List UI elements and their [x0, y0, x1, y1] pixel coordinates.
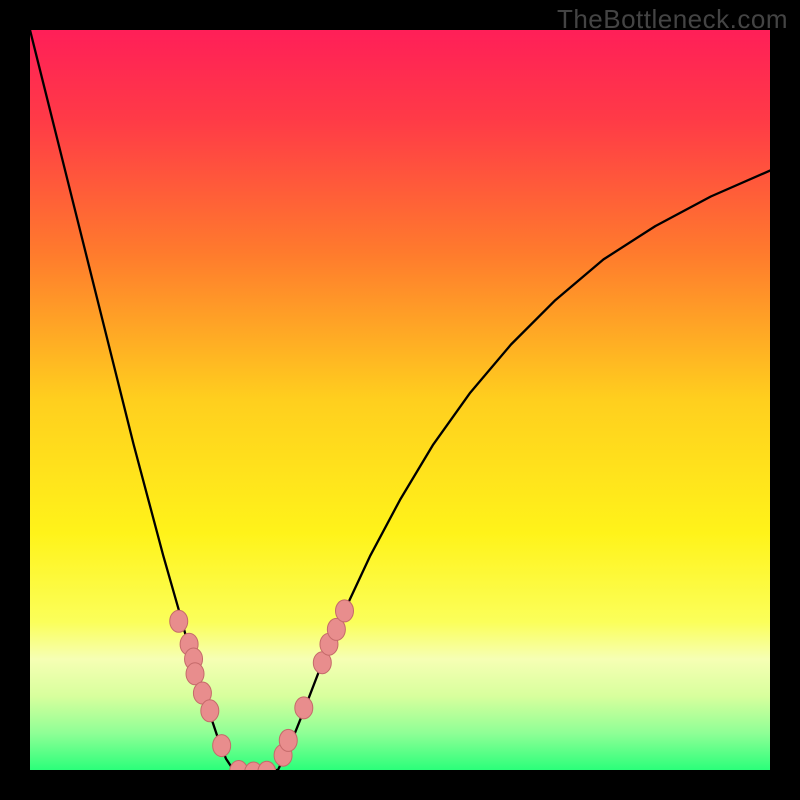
data-marker: [186, 663, 204, 685]
plot-area: [30, 30, 770, 770]
data-marker: [213, 735, 231, 757]
data-marker: [170, 610, 188, 632]
data-marker: [258, 761, 276, 770]
chart-frame: TheBottleneck.com: [0, 0, 800, 800]
curve-layer: [30, 30, 770, 770]
data-marker: [295, 697, 313, 719]
watermark-label: TheBottleneck.com: [557, 4, 788, 35]
bottleneck-curve: [30, 30, 770, 770]
data-marker: [279, 729, 297, 751]
data-marker: [201, 700, 219, 722]
data-marker: [336, 600, 354, 622]
